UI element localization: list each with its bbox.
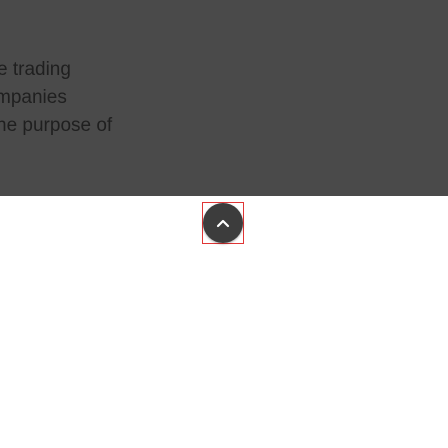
page: e trading mpanies he purpose of bbox=[0, 0, 448, 448]
dark-content-panel: e trading mpanies he purpose of bbox=[0, 0, 448, 196]
scroll-to-top-button[interactable] bbox=[203, 203, 243, 243]
text-line: e trading bbox=[0, 59, 71, 80]
text-block: e trading mpanies he purpose of bbox=[0, 56, 200, 140]
text-line: he purpose of bbox=[0, 115, 113, 136]
chevron-up-icon bbox=[216, 218, 230, 228]
text-line: mpanies bbox=[0, 87, 67, 108]
